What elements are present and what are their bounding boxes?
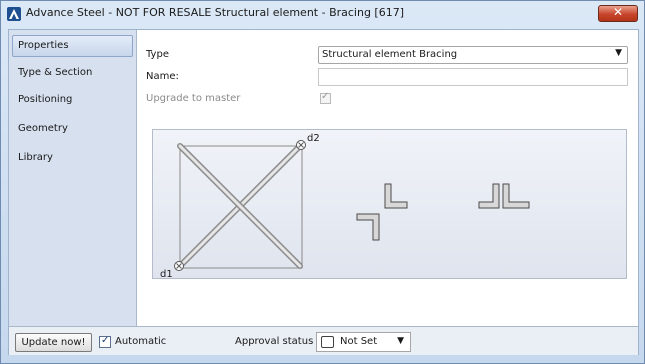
upgrade-to-master-label: Upgrade to master <box>146 93 241 104</box>
name-field[interactable] <box>318 68 628 86</box>
sidebar-item-properties[interactable]: Properties <box>12 35 133 57</box>
dialog-client-area: Properties Type & Section Positioning Ge… <box>8 29 639 355</box>
single-angle-section-icon <box>356 183 408 241</box>
approval-status-label: Approval status <box>235 336 314 347</box>
sidebar-item-type-section[interactable]: Type & Section <box>12 62 133 84</box>
automatic-checkbox[interactable]: ✓ <box>99 335 111 348</box>
d1-label: d1 <box>160 269 173 278</box>
d2-marker-icon <box>296 140 306 150</box>
d2-label: d2 <box>307 133 320 144</box>
type-label: Type <box>146 49 169 60</box>
advance-steel-logo-icon[interactable] <box>7 7 21 21</box>
window-title: Advance Steel - NOT FOR RESALE Structura… <box>26 6 405 19</box>
upgrade-to-master-checkbox[interactable]: ✓ <box>320 91 331 104</box>
automatic-label: Automatic <box>115 336 167 347</box>
close-button[interactable]: ✕ <box>598 5 638 22</box>
properties-panel: Type Structural element Bracing ▼ Name: … <box>137 30 638 326</box>
chevron-down-icon: ▼ <box>397 336 404 346</box>
checkmark-icon: ✓ <box>321 91 330 102</box>
bracing-preview: d1 d2 <box>152 129 627 280</box>
double-angle-section-icon <box>478 183 530 209</box>
sidebar-item-positioning[interactable]: Positioning <box>12 89 133 111</box>
sidebar: Properties Type & Section Positioning Ge… <box>9 30 137 326</box>
chevron-down-icon: ▼ <box>615 48 622 58</box>
type-dropdown[interactable]: Structural element Bracing ▼ <box>318 46 628 64</box>
title-bar[interactable]: Advance Steel - NOT FOR RESALE Structura… <box>1 1 644 27</box>
bracing-diagram: d1 d2 <box>160 133 530 280</box>
name-label: Name: <box>146 71 179 82</box>
status-color-swatch <box>321 336 334 348</box>
close-icon: ✕ <box>612 5 624 19</box>
approval-status-dropdown[interactable]: Not Set ▼ <box>316 332 411 352</box>
sidebar-item-geometry[interactable]: Geometry <box>12 118 133 140</box>
d1-marker-icon <box>174 261 184 271</box>
approval-status-value: Not Set <box>340 336 378 347</box>
update-now-button[interactable]: Update now! <box>15 333 92 352</box>
dialog-window: Advance Steel - NOT FOR RESALE Structura… <box>0 0 645 364</box>
type-value: Structural element Bracing <box>322 49 458 60</box>
footer-bar: Update now! ✓ Automatic Approval status … <box>9 326 638 355</box>
checkmark-icon: ✓ <box>101 335 110 346</box>
sidebar-item-library[interactable]: Library <box>12 147 133 169</box>
